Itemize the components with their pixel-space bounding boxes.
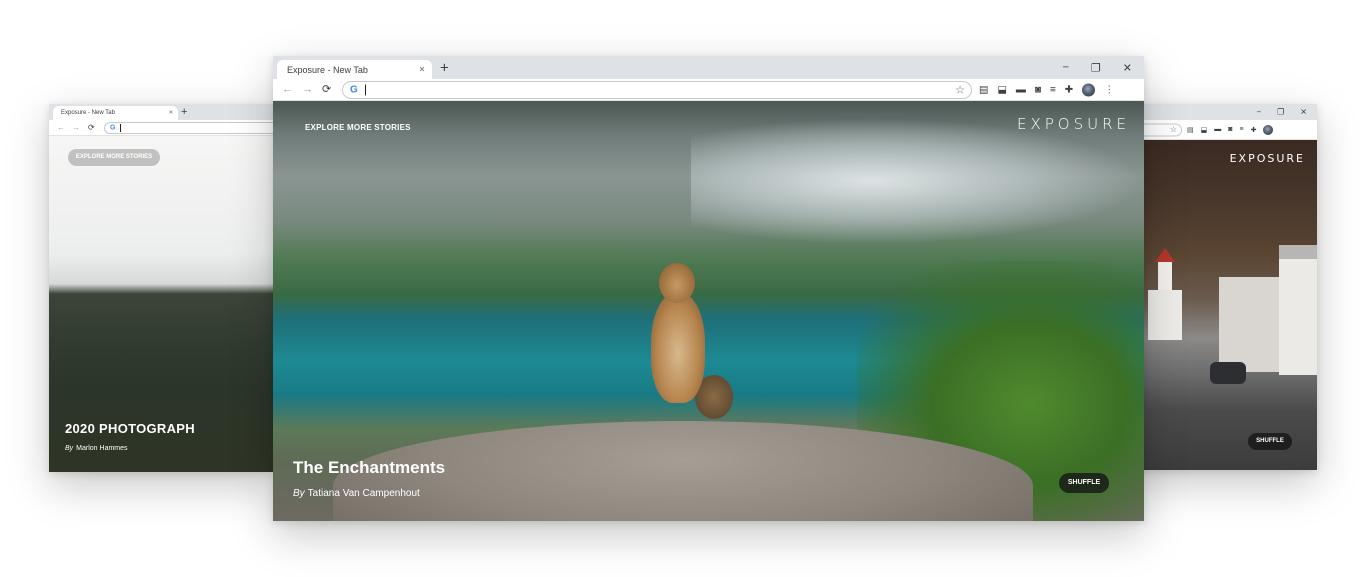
- puzzle-extensions-icon[interactable]: ✚: [1251, 126, 1257, 134]
- story-title: 2020 PHOTOGRAPH: [65, 421, 195, 436]
- tab-strip: Exposure - New Tab × + − ❐ ✕: [273, 56, 1144, 79]
- reading-list-icon[interactable]: ▤: [979, 84, 988, 95]
- back-icon[interactable]: ←: [57, 123, 65, 132]
- browser-toolbar: ← → ⟳ G: [49, 120, 273, 136]
- menu-kebab-icon[interactable]: ⋮: [1104, 84, 1114, 95]
- story-credit: By Tatiana Van Campenhout: [293, 488, 420, 499]
- author-name[interactable]: Marlon Hammes: [76, 445, 127, 452]
- new-tab-button[interactable]: +: [181, 106, 187, 118]
- restore-icon[interactable]: ❐: [1091, 61, 1101, 74]
- tab-store-icon[interactable]: ▬: [1016, 84, 1026, 95]
- tab-close-icon[interactable]: ×: [419, 64, 425, 75]
- story-credit: By Marlon Hammes: [65, 445, 128, 452]
- tab-title: Exposure - New Tab: [61, 110, 115, 116]
- list-icon[interactable]: ≡: [1239, 126, 1243, 133]
- exposure-logo: EXPOSURE: [1016, 115, 1130, 133]
- tab-strip: Exposure - New Tab × +: [49, 104, 273, 120]
- explore-more-stories-button[interactable]: EXPLORE MORE STORIES: [305, 123, 411, 132]
- list-icon[interactable]: ≡: [1050, 84, 1056, 95]
- reading-list-icon[interactable]: ▤: [1187, 126, 1194, 134]
- new-tab-page: EXPOSURE SHUFFLE: [1120, 140, 1317, 470]
- browser-toolbar: ☆ ▤ ⬓ ▬ ◙ ≡ ✚: [1120, 120, 1317, 140]
- reload-icon[interactable]: ⟳: [322, 84, 331, 95]
- shuffle-button[interactable]: SHUFFLE: [1059, 473, 1109, 493]
- browser-tab[interactable]: Exposure - New Tab ×: [53, 106, 178, 120]
- shuffle-button[interactable]: SHUFFLE: [1248, 433, 1292, 450]
- new-tab-page: EXPLORE MORE STORIES EXPOSURE The Enchan…: [273, 101, 1144, 521]
- extensions-bar: ▤ ⬓ ▬ ◙ ≡ ✚ ⋮: [979, 83, 1114, 96]
- bookmark-star-icon[interactable]: ☆: [955, 83, 965, 96]
- profile-avatar[interactable]: [1082, 83, 1096, 96]
- tab-title: Exposure - New Tab: [287, 64, 368, 75]
- download-icon[interactable]: ⬓: [1201, 126, 1208, 134]
- profile-avatar[interactable]: [1263, 124, 1274, 135]
- minimize-icon[interactable]: −: [1256, 108, 1261, 117]
- car-illustration: [1210, 362, 1246, 384]
- notion-icon[interactable]: ◙: [1228, 126, 1232, 133]
- minimize-icon[interactable]: −: [1062, 61, 1068, 74]
- left-browser-window: Exposure - New Tab × + ← → ⟳ G EXPLORE M…: [49, 104, 273, 472]
- forward-icon[interactable]: →: [302, 84, 313, 95]
- reload-icon[interactable]: ⟳: [88, 123, 95, 132]
- notion-icon[interactable]: ◙: [1035, 84, 1041, 95]
- author-name[interactable]: Tatiana Van Campenhout: [308, 488, 420, 499]
- back-icon[interactable]: ←: [282, 84, 293, 95]
- main-browser-window: Exposure - New Tab × + − ❐ ✕ ← → ⟳ G ☆ ▤…: [273, 56, 1144, 521]
- window-controls: − ❐ ✕: [1062, 61, 1132, 74]
- new-tab-page: EXPLORE MORE STORIES 2020 PHOTOGRAPH By M…: [49, 136, 273, 472]
- browser-tab[interactable]: Exposure - New Tab ×: [277, 60, 432, 79]
- houses-illustration: [1219, 245, 1317, 375]
- window-controls: − ❐ ✕: [1256, 108, 1307, 117]
- text-caret: [365, 84, 366, 95]
- by-label: By: [293, 488, 305, 499]
- bookmark-star-icon[interactable]: ☆: [1170, 125, 1177, 134]
- explore-more-stories-button[interactable]: EXPLORE MORE STORIES: [68, 149, 160, 166]
- text-caret: [120, 123, 121, 132]
- extensions-bar: ▤ ⬓ ▬ ◙ ≡ ✚: [1187, 124, 1274, 135]
- tab-strip: − ❐ ✕: [1120, 104, 1317, 120]
- showcase-stage: Exposure - New Tab × + ← → ⟳ G EXPLORE M…: [0, 0, 1366, 577]
- restore-icon[interactable]: ❐: [1277, 108, 1284, 117]
- chipmunk-illustration: [645, 263, 733, 419]
- download-icon[interactable]: ⬓: [997, 84, 1006, 95]
- new-tab-button[interactable]: +: [440, 59, 449, 76]
- forward-icon[interactable]: →: [72, 123, 80, 132]
- town-street-photo-background: [1120, 140, 1317, 470]
- close-window-icon[interactable]: ✕: [1123, 61, 1132, 74]
- story-title: The Enchantments: [293, 458, 446, 477]
- close-window-icon[interactable]: ✕: [1300, 108, 1307, 117]
- puzzle-extensions-icon[interactable]: ✚: [1065, 84, 1073, 95]
- exposure-logo: EXPOSURE: [1229, 152, 1305, 165]
- tab-close-icon[interactable]: ×: [169, 110, 173, 117]
- browser-toolbar: ← → ⟳ G ☆ ▤ ⬓ ▬ ◙ ≡ ✚ ⋮: [273, 79, 1144, 101]
- address-bar[interactable]: G ☆: [342, 80, 972, 99]
- address-bar[interactable]: G: [104, 121, 273, 134]
- right-browser-window: − ❐ ✕ ☆ ▤ ⬓ ▬ ◙ ≡ ✚ EXPOSURE SHUFFLE: [1120, 104, 1317, 470]
- google-logo-icon: G: [350, 84, 358, 95]
- google-logo-icon: G: [110, 124, 116, 131]
- by-label: By: [65, 445, 74, 452]
- tab-store-icon[interactable]: ▬: [1214, 126, 1221, 133]
- church-illustration: [1148, 248, 1182, 340]
